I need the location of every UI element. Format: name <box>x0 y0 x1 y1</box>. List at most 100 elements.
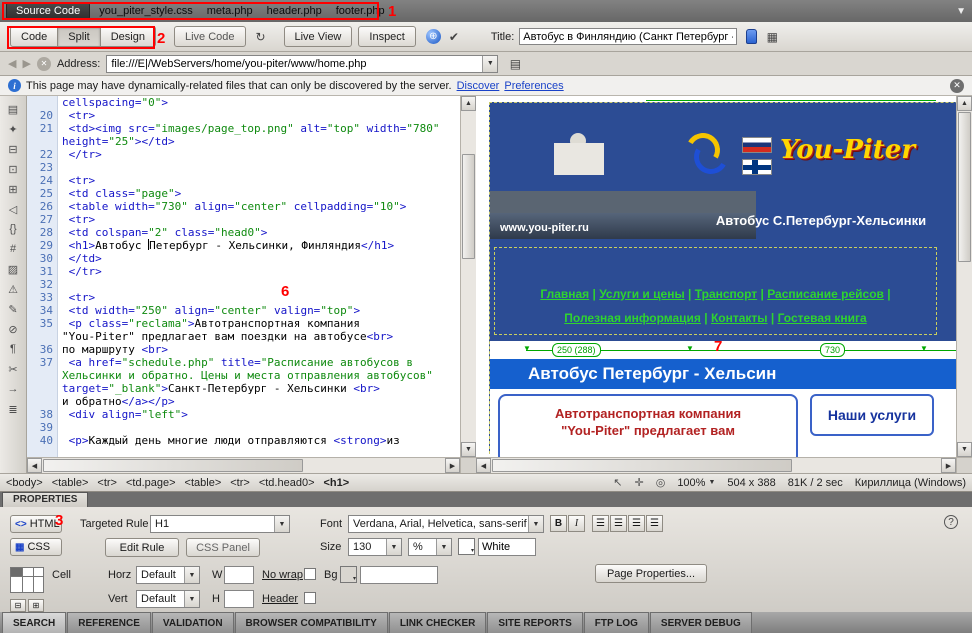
scroll-up-icon[interactable]: ▲ <box>957 96 972 111</box>
scroll-left-icon[interactable]: ◀ <box>476 458 491 473</box>
scroll-thumb[interactable] <box>492 459 792 472</box>
header-checkbox[interactable] <box>304 592 316 604</box>
design-view-pane[interactable]: www.you-piter.ru You-Piter Автобус С.Пет… <box>476 96 972 473</box>
forward-icon[interactable]: ▶ <box>22 57 30 70</box>
tag-selector-item[interactable]: <body> <box>6 477 43 489</box>
cell-height-input[interactable] <box>224 590 254 608</box>
expand-all-icon[interactable]: ⊞ <box>3 181 23 197</box>
code-line[interactable]: 30 </td> <box>27 252 460 265</box>
filter-icon[interactable]: ▼ <box>956 6 966 17</box>
apply-comment-icon[interactable]: ✎ <box>3 301 23 317</box>
code-line[interactable]: 32 <box>27 278 460 291</box>
collapse-full-tag-icon[interactable]: ⊟ <box>3 141 23 157</box>
hand-tool-icon[interactable]: ✛ <box>634 476 643 489</box>
panel-tab-search[interactable]: SEARCH <box>2 612 66 633</box>
code-line[interactable]: 22 </tr> <box>27 148 460 161</box>
code-line[interactable]: 28 <td colspan="2" class="head0"> <box>27 226 460 239</box>
scroll-left-icon[interactable]: ◀ <box>27 458 42 473</box>
code-view-button[interactable]: Code <box>10 26 58 47</box>
address-input[interactable] <box>107 58 482 70</box>
format-source-code-icon[interactable]: ≣ <box>3 401 23 417</box>
code-line[interactable]: 21 <td><img src="images/page_top.png" al… <box>27 122 460 135</box>
collapse-selection-icon[interactable]: ⊡ <box>3 161 23 177</box>
scroll-up-icon[interactable]: ▲ <box>461 96 476 111</box>
file-management-icon[interactable] <box>746 29 757 44</box>
tag-selector-item[interactable]: <tr> <box>97 477 117 489</box>
split-cell-icon[interactable]: ⊞ <box>28 599 44 612</box>
validate-markup-icon[interactable]: ✔ <box>443 26 465 47</box>
panel-tab-ftp-log[interactable]: FTP LOG <box>584 612 649 633</box>
code-line[interactable]: 23 <box>27 161 460 174</box>
design-vertical-scrollbar[interactable]: ▲ ▼ <box>956 96 972 457</box>
grid-view-icon[interactable]: ▦ <box>761 26 783 47</box>
code-line[interactable]: 26 <table width="730" align="center" cel… <box>27 200 460 213</box>
tag-selector-item[interactable]: <h1> <box>324 477 350 489</box>
nav-link[interactable]: Контакты <box>711 311 768 325</box>
inspect-button[interactable]: Inspect <box>358 26 415 47</box>
vert-select[interactable]: Default▼ <box>136 590 200 608</box>
nav-link[interactable]: Гостевая книга <box>778 311 867 325</box>
code-line[interactable]: 24 <tr> <box>27 174 460 187</box>
split-view-button[interactable]: Split <box>57 26 100 47</box>
nav-link[interactable]: Услуги и цены <box>599 287 685 301</box>
code-line[interactable]: cellspacing="0"> <box>27 96 460 109</box>
stop-icon[interactable]: ✕ <box>37 57 51 71</box>
syntax-error-alerts-icon[interactable]: ⚠ <box>3 281 23 297</box>
related-file-tab[interactable]: footer.php <box>329 3 392 19</box>
bg-value-input[interactable] <box>360 566 438 584</box>
css-panel-button[interactable]: CSS Panel <box>186 538 260 557</box>
css-mode-button[interactable]: ▦CSS <box>10 538 62 556</box>
tag-selector-item[interactable]: <td.page> <box>126 477 176 489</box>
source-code-tab[interactable]: Source Code <box>6 2 90 20</box>
font-select[interactable]: Verdana, Arial, Helvetica, sans-serif▼ <box>348 515 544 533</box>
live-view-button[interactable]: Live View <box>284 26 353 47</box>
tag-selector-item[interactable]: <td.head0> <box>259 477 315 489</box>
scroll-thumb[interactable] <box>958 112 971 262</box>
address-dropdown-icon[interactable]: ▼ <box>482 56 497 72</box>
wrap-tag-icon[interactable]: ¶ <box>3 341 23 357</box>
view-options-icon[interactable]: ▤ <box>504 53 526 74</box>
color-name-input[interactable] <box>478 538 536 556</box>
title-input[interactable] <box>519 28 737 45</box>
scroll-thumb[interactable] <box>462 154 475 259</box>
size-select[interactable]: 130▼ <box>348 538 402 556</box>
recent-snippets-icon[interactable]: ✂ <box>3 361 23 377</box>
zoom-level-select[interactable]: 100%▼ <box>677 477 715 489</box>
preferences-link[interactable]: Preferences <box>504 80 563 92</box>
align-center-icon[interactable]: ☰ <box>610 515 627 532</box>
design-canvas[interactable]: www.you-piter.ru You-Piter Автобус С.Пет… <box>476 96 956 457</box>
code-navigator-icon[interactable]: ✦ <box>3 121 23 137</box>
code-line[interactable]: height="25"></td> <box>27 135 460 148</box>
text-color-swatch[interactable]: ▾ <box>458 538 475 555</box>
design-horizontal-scrollbar[interactable]: ◀ ▶ <box>476 457 956 473</box>
code-line[interactable]: target="_blank">Санкт-Петербург - Хельси… <box>27 382 460 395</box>
code-line[interactable]: "You-Piter" предлагает вам поездки на ав… <box>27 330 460 343</box>
design-view-button[interactable]: Design <box>100 26 156 47</box>
page-properties-button[interactable]: Page Properties... <box>595 564 707 583</box>
code-line[interactable]: 37 <a href="schedule.php" title="Расписа… <box>27 356 460 369</box>
code-line[interactable]: 34 <td width="250" align="center" valign… <box>27 304 460 317</box>
scroll-thumb[interactable] <box>43 459 303 472</box>
panel-tab-reference[interactable]: REFERENCE <box>67 612 151 633</box>
zoom-tool-icon[interactable]: ◎ <box>656 476 666 489</box>
code-line[interactable]: 20 <tr> <box>27 109 460 122</box>
highlight-invalid-code-icon[interactable]: ▨ <box>3 261 23 277</box>
nav-link[interactable]: Полезная информация <box>564 311 701 325</box>
code-editor[interactable]: cellspacing="0">20 <tr>21 <td><img src="… <box>27 96 460 457</box>
select-parent-tag-icon[interactable]: ◁ <box>3 201 23 217</box>
code-line[interactable]: 25 <td class="page"> <box>27 187 460 200</box>
code-line[interactable]: Хельсинки и обратно. Цены и места отправ… <box>27 369 460 382</box>
code-line[interactable]: 31 </tr> <box>27 265 460 278</box>
panel-tab-link-checker[interactable]: LINK CHECKER <box>389 612 487 633</box>
code-line[interactable]: 36по маршруту <br> <box>27 343 460 356</box>
scroll-right-icon[interactable]: ▶ <box>941 458 956 473</box>
code-line[interactable]: и обратно</a></p> <box>27 395 460 408</box>
code-horizontal-scrollbar[interactable]: ◀ ▶ <box>27 457 460 473</box>
tag-selector-item[interactable]: <tr> <box>230 477 250 489</box>
scroll-right-icon[interactable]: ▶ <box>445 458 460 473</box>
no-wrap-checkbox[interactable] <box>304 568 316 580</box>
bold-button[interactable]: B <box>550 515 567 532</box>
edit-rule-button[interactable]: Edit Rule <box>105 538 179 557</box>
code-line[interactable]: 39 <box>27 421 460 434</box>
properties-tab[interactable]: PROPERTIES <box>2 492 88 507</box>
